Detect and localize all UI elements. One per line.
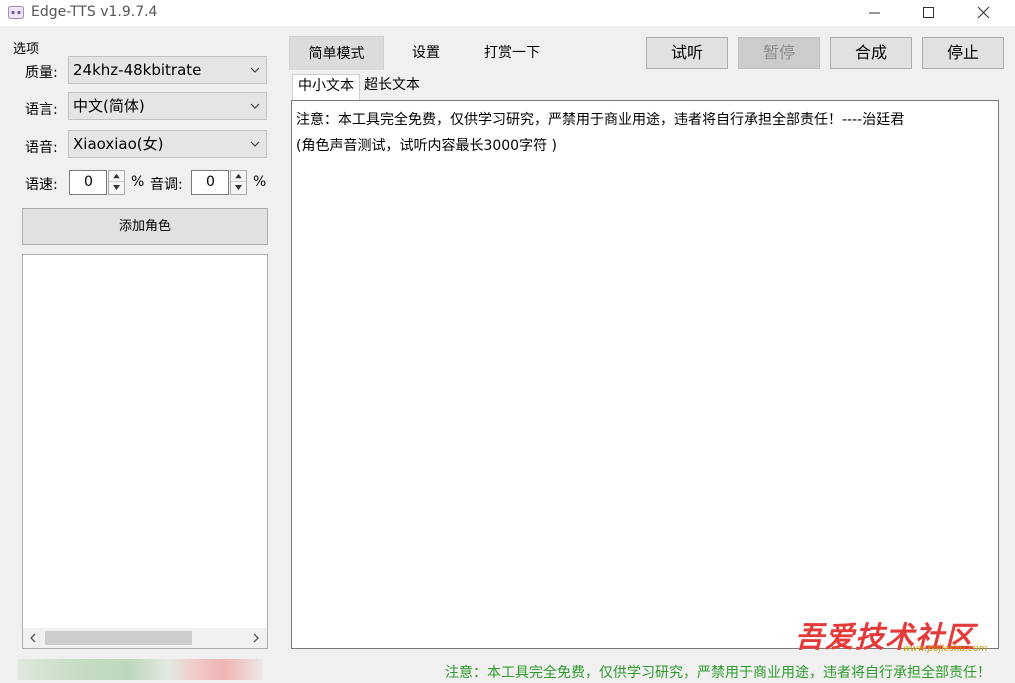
watermark-url: www.pojieshu.com	[903, 644, 988, 654]
minimize-icon[interactable]	[852, 0, 898, 26]
language-select[interactable]: 中文(简体)	[68, 92, 267, 120]
spin-up-icon[interactable]	[231, 171, 246, 182]
role-list[interactable]	[22, 254, 268, 649]
scroll-right-icon[interactable]	[251, 632, 261, 644]
spin-up-icon[interactable]	[109, 171, 124, 182]
pause-button[interactable]: 暂停	[738, 37, 820, 69]
voice-label: 语音:	[25, 140, 58, 156]
quality-select[interactable]: 24khz-48kbitrate	[68, 56, 267, 84]
maximize-icon[interactable]	[906, 0, 952, 26]
scrollbar-thumb[interactable]	[45, 631, 192, 645]
quality-value: 24khz-48kbitrate	[73, 61, 202, 79]
editor-line-2: (角色声音测试，试听内容最长3000字符 )	[296, 138, 558, 154]
horizontal-scrollbar[interactable]	[23, 628, 267, 648]
status-message: 注意：本工具完全免费，仅供学习研究，严禁用于商业用途，违者将自行承担全部责任！	[445, 665, 991, 681]
spin-down-icon[interactable]	[231, 182, 246, 193]
text-editor[interactable]: 注意：本工具完全免费，仅供学习研究，严禁用于商业用途，违者将自行承担全部责任！-…	[291, 100, 999, 649]
scroll-left-icon[interactable]	[28, 632, 38, 644]
quality-label: 质量:	[25, 65, 58, 81]
blurred-status-area	[18, 659, 262, 680]
language-value: 中文(简体)	[73, 97, 145, 115]
spin-down-icon[interactable]	[109, 182, 124, 193]
tab-long-text[interactable]: 超长文本	[359, 74, 425, 99]
rate-label: 语速:	[25, 177, 58, 193]
title-bar: Edge-TTS v1.9.7.4	[0, 0, 1015, 26]
stop-button[interactable]: 停止	[922, 37, 1004, 69]
rate-stepper[interactable]	[108, 170, 125, 195]
chevron-down-icon	[250, 141, 260, 147]
window-title: Edge-TTS v1.9.7.4	[31, 4, 158, 20]
synthesize-button[interactable]: 合成	[830, 37, 912, 69]
tab-simple-mode[interactable]: 简单模式	[289, 36, 384, 70]
add-role-button[interactable]: 添加角色	[22, 208, 268, 245]
watermark-logo: 吾爱技术社区 www.pojieshu.com	[795, 614, 995, 654]
app-icon	[8, 6, 24, 19]
chevron-down-icon	[250, 103, 260, 109]
voice-value: Xiaoxiao(女)	[73, 135, 164, 153]
tab-settings[interactable]: 设置	[390, 36, 462, 70]
rate-input[interactable]: 0	[69, 170, 107, 195]
pitch-input[interactable]: 0	[191, 170, 229, 195]
editor-line-1: 注意：本工具完全免费，仅供学习研究，严禁用于商业用途，违者将自行承担全部责任！-…	[296, 112, 905, 128]
pitch-label: 音调:	[150, 177, 183, 193]
language-label: 语言:	[25, 102, 58, 118]
rate-unit: %	[131, 174, 145, 190]
preview-button[interactable]: 试听	[646, 37, 728, 69]
tab-donate[interactable]: 打赏一下	[472, 36, 552, 70]
tab-short-text[interactable]: 中小文本	[292, 74, 360, 102]
chevron-down-icon	[250, 67, 260, 73]
pitch-stepper[interactable]	[230, 170, 247, 195]
pitch-unit: %	[253, 174, 267, 190]
voice-select[interactable]: Xiaoxiao(女)	[68, 130, 267, 158]
close-icon[interactable]	[960, 0, 1006, 26]
options-group-label: 选项	[13, 42, 40, 57]
